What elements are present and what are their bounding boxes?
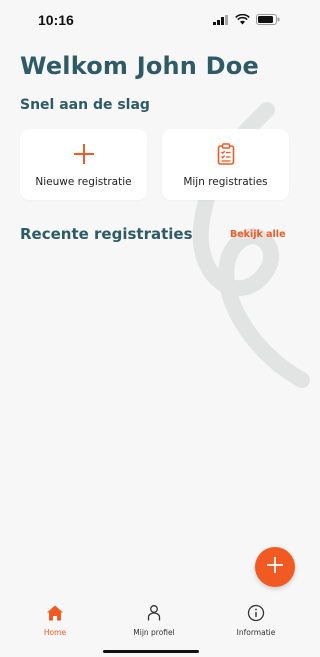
tab-bar: Home Mijn profiel Informatie: [0, 598, 302, 657]
my-registrations-card[interactable]: Mijn registraties: [162, 129, 289, 200]
add-registration-fab[interactable]: [255, 547, 295, 587]
status-icons: [213, 14, 280, 25]
wifi-icon: [235, 14, 250, 25]
battery-icon: [256, 14, 280, 25]
clipboard-icon: [217, 143, 235, 169]
new-registration-label: Nieuwe registratie: [35, 176, 132, 188]
tab-profile-label: Mijn profiel: [133, 628, 175, 637]
see-all-link[interactable]: Bekijk alle: [230, 229, 286, 240]
tab-info[interactable]: Informatie: [216, 604, 296, 637]
tab-profile[interactable]: Mijn profiel: [114, 604, 194, 637]
new-registration-card[interactable]: Nieuwe registratie: [20, 129, 147, 200]
tab-home-label: Home: [43, 628, 67, 637]
signal-icon: [213, 14, 228, 25]
status-time: 10:16: [38, 12, 74, 28]
home-indicator: [103, 650, 199, 653]
plus-icon: [73, 143, 95, 169]
plus-icon: [266, 556, 284, 578]
person-icon: [114, 604, 194, 624]
page-title: Welkom John Doe: [20, 52, 259, 80]
tab-info-label: Informatie: [236, 628, 276, 637]
home-icon: [15, 604, 95, 624]
info-icon: [216, 604, 296, 624]
recent-registrations-title: Recente registraties: [20, 225, 193, 243]
status-bar: 10:16: [0, 0, 302, 40]
quick-start-title: Snel aan de slag: [20, 97, 150, 113]
tab-home[interactable]: Home: [15, 604, 95, 637]
my-registrations-label: Mijn registraties: [183, 176, 268, 188]
